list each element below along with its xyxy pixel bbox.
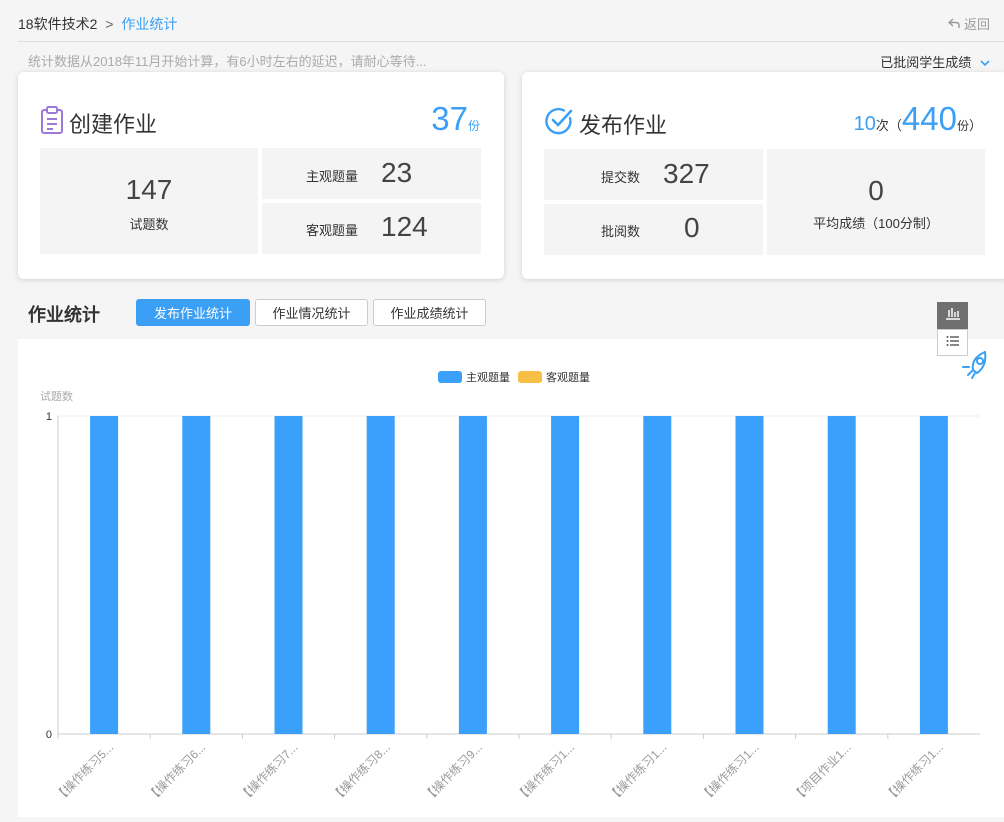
average-score-cell: 0 平均成绩（100分制） [767,149,985,255]
bar-subjective [827,416,856,734]
average-score-label: 平均成绩（100分制） [813,216,939,231]
list-icon [946,334,960,352]
subjective-value: 23 [381,157,413,188]
tab-publish-stats[interactable]: 发布作业统计 [136,299,250,326]
publish-times-value: 10 [853,113,876,135]
x-tick-label: 【操作练习7... [236,740,301,805]
submit-label: 提交数 [601,170,641,185]
total-questions-cell: 147 试题数 [40,148,258,254]
publish-count: 10次（440份） [854,100,982,138]
x-tick-label: 【操作练习1... [605,740,670,805]
bar-chart-icon [945,306,961,325]
legend-label: 客观题量 [546,370,590,384]
back-label: 返回 [963,17,990,32]
x-tick-label: 【项目作业1... [790,740,854,804]
bar-subjective [643,416,672,734]
x-tick-label: 【操作练习9... [420,740,485,805]
publish-homework-card: 发布作业 10次（440份） 提交数 327 批阅数 0 0 平均成绩（100分… [522,72,1004,279]
publish-paren-close: ） [968,118,982,133]
y-tick-label: 0 [46,729,52,741]
bar-chart-view-button[interactable] [937,302,968,329]
submit-value: 327 [663,158,710,189]
bar-subjective [274,416,303,734]
notice-text: 统计数据从2018年11月开始计算，有6小时左右的延迟，请耐心等待... [28,54,427,69]
subjective-cell: 主观题量 23 [262,148,481,199]
objective-label: 客观题量 [306,223,359,238]
x-tick-label: 【操作练习1... [512,740,577,805]
total-questions-value: 147 [125,174,173,205]
back-button[interactable]: 返回 [947,14,990,33]
create-card-title-text: 创建作业 [69,112,158,137]
tab-homework-status-stats[interactable]: 作业情况统计 [255,299,368,326]
publish-paren-open: （ [888,118,902,133]
y-axis-label: 试题数 [40,390,73,403]
chevron-down-icon [977,59,990,70]
breadcrumb-current: 作业统计 [121,16,178,32]
bar-subjective [182,416,211,734]
rocket-icon[interactable] [961,346,995,385]
publish-card-title: 发布作业 [544,106,667,142]
submit-cell: 提交数 327 [544,149,763,200]
bar-subjective [90,416,119,734]
publish-times-unit: 次 [875,118,889,133]
graded-dropdown[interactable]: 已批阅学生成绩 [880,52,990,71]
legend-label: 主观题量 [466,371,510,384]
average-score-value: 0 [868,175,884,206]
x-tick-label: 【操作练习1... [881,740,946,805]
bar-subjective [551,416,580,734]
create-count-unit: 份 [467,119,480,133]
breadcrumb-course-link[interactable]: 18软件技术2 [18,16,97,32]
bar-chart: 主观题量 客观题量试题数 1 0【操作练习5... 【操作练习6... 【操作练习7...… [40,370,980,805]
publish-count-unit: 份 [956,119,969,133]
review-label: 批阅数 [601,224,641,239]
bar-subjective [735,416,764,734]
objective-value: 124 [381,211,428,242]
legend-swatch [438,371,462,383]
clipboard-icon [40,106,69,140]
create-count-value: 37 [431,100,468,137]
breadcrumb: 18软件技术2 > 作业统计 [18,14,177,34]
create-card-title: 创建作业 [40,106,157,140]
x-tick-label: 【操作练习8... [328,740,393,805]
breadcrumb-separator: > [105,16,114,32]
total-questions-label: 试题数 [129,217,169,232]
bar-subjective [919,416,948,734]
back-arrow-icon [947,17,960,32]
publish-card-title-text: 发布作业 [579,113,668,138]
review-value: 0 [684,212,700,243]
publish-count-value: 440 [901,100,957,137]
legend-swatch [518,371,542,383]
bar-subjective [458,416,487,734]
subjective-label: 主观题量 [306,169,359,184]
chart-area: 主观题量 客观题量试题数 1 0 【操作练习5... 【操作练习6... 【操作练习7...… [18,339,1004,817]
x-tick-label: 【操作练习6... [144,740,209,805]
x-tick-label: 【操作练习5... [51,740,116,805]
objective-cell: 客观题量 124 [262,203,481,254]
x-tick-label: 【操作练习1... [697,740,762,805]
review-cell: 批阅数 0 [544,204,763,255]
y-tick-label: 1 [46,411,52,423]
graded-dropdown-label: 已批阅学生成绩 [880,55,972,70]
section-title: 作业统计 [28,305,100,325]
create-homework-card: 创建作业 37份 147 试题数 主观题量 23 客观题量 124 [18,72,504,279]
create-count: 37份 [431,100,480,138]
check-circle-icon [544,106,579,142]
bar-subjective [366,416,395,734]
tab-homework-score-stats[interactable]: 作业成绩统计 [373,299,486,326]
